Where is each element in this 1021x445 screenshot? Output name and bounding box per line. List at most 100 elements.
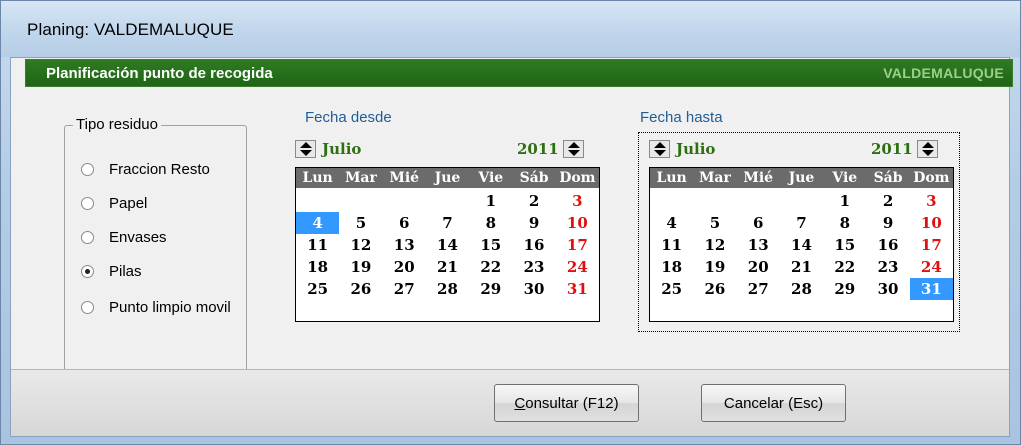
weekday-label: Dom xyxy=(559,170,596,186)
day-cell[interactable]: 10 xyxy=(910,212,953,234)
weekday-header: Lun Mar Mié Jue Vie Sáb Dom xyxy=(296,168,599,188)
title-bar[interactable]: Planing: VALDEMALUQUE xyxy=(1,1,1020,57)
tipo-residuo-group: Tipo residuo Fraccion Resto Papel Envase… xyxy=(64,116,247,381)
day-cell[interactable]: 22 xyxy=(823,256,866,278)
radio-fraccion-resto[interactable]: Fraccion Resto xyxy=(81,159,210,179)
day-cell[interactable]: 17 xyxy=(910,234,953,256)
day-cell[interactable]: 6 xyxy=(383,212,426,234)
day-cell[interactable]: 25 xyxy=(650,278,693,300)
day-cell[interactable]: 8 xyxy=(823,212,866,234)
day-cell[interactable]: 18 xyxy=(296,256,339,278)
radio-punto-limpio-movil[interactable]: Punto limpio movil xyxy=(81,297,231,317)
day-cell[interactable]: 10 xyxy=(556,212,599,234)
weekday-label: Mié xyxy=(743,170,774,186)
day-cell[interactable]: 27 xyxy=(383,278,426,300)
radio-button[interactable] xyxy=(81,196,94,210)
day-cell[interactable]: 24 xyxy=(910,256,953,278)
day-cell[interactable]: 23 xyxy=(512,256,555,278)
day-cell[interactable]: 15 xyxy=(469,234,512,256)
radio-label: Envases xyxy=(109,228,167,246)
day-cell[interactable]: 25 xyxy=(296,278,339,300)
day-cell[interactable]: 30 xyxy=(512,278,555,300)
day-cell[interactable]: 8 xyxy=(469,212,512,234)
day-cell[interactable]: 13 xyxy=(737,234,780,256)
day-cell[interactable]: 16 xyxy=(866,234,909,256)
day-cell[interactable]: 20 xyxy=(383,256,426,278)
day-cell[interactable]: 13 xyxy=(383,234,426,256)
day-cell[interactable]: 6 xyxy=(737,212,780,234)
day-cell[interactable]: 2 xyxy=(866,190,909,212)
day-cell[interactable]: 7 xyxy=(780,212,823,234)
day-cell[interactable]: 29 xyxy=(823,278,866,300)
day-cell[interactable]: 23 xyxy=(866,256,909,278)
day-cell[interactable]: 4 xyxy=(650,212,693,234)
radio-papel[interactable]: Papel xyxy=(81,193,147,213)
day-cell[interactable]: 3 xyxy=(910,190,953,212)
fecha-hasta-header: Julio 2011 xyxy=(649,138,949,160)
day-cell[interactable]: 11 xyxy=(650,234,693,256)
day-cell[interactable]: 30 xyxy=(866,278,909,300)
radio-envases[interactable]: Envases xyxy=(81,227,167,247)
radio-button[interactable] xyxy=(81,264,94,278)
radio-button[interactable] xyxy=(81,300,94,314)
empty-day-cell xyxy=(650,190,693,212)
year-spinner[interactable] xyxy=(917,140,938,158)
empty-day-cell xyxy=(693,190,736,212)
weekday-label: Dom xyxy=(913,170,950,186)
empty-day-cell xyxy=(296,190,339,212)
selected-day-cell[interactable]: 31 xyxy=(909,278,953,300)
up-arrow-icon xyxy=(567,142,580,148)
year-label: 2011 xyxy=(517,140,559,158)
day-cell[interactable]: 19 xyxy=(339,256,382,278)
day-cell[interactable]: 1 xyxy=(469,190,512,212)
day-cell[interactable]: 9 xyxy=(866,212,909,234)
tipo-residuo-legend: Tipo residuo xyxy=(73,116,161,133)
day-cell[interactable]: 5 xyxy=(339,212,382,234)
day-cell[interactable]: 9 xyxy=(512,212,555,234)
day-cell[interactable]: 28 xyxy=(780,278,823,300)
day-cell[interactable]: 2 xyxy=(512,190,555,212)
day-cell[interactable]: 17 xyxy=(556,234,599,256)
day-cell[interactable]: 14 xyxy=(426,234,469,256)
weekday-label: Sáb xyxy=(873,170,903,186)
month-spinner[interactable] xyxy=(295,140,316,158)
day-cell[interactable]: 18 xyxy=(650,256,693,278)
day-cell[interactable]: 14 xyxy=(780,234,823,256)
days-grid: 1 2 3 4 5 6 7 8 9 10 11 12 13 14 15 16 17 18 19 20 21 22 23 24 2… xyxy=(296,188,599,300)
day-cell[interactable]: 15 xyxy=(823,234,866,256)
empty-day-cell xyxy=(737,190,780,212)
day-cell[interactable]: 16 xyxy=(512,234,555,256)
day-cell[interactable]: 27 xyxy=(737,278,780,300)
fecha-desde-calendar[interactable]: Lun Mar Mié Jue Vie Sáb Dom 1 2 3 4 5 6 7 8 9 10 11 12 13 1… xyxy=(295,167,600,322)
day-cell[interactable]: 20 xyxy=(737,256,780,278)
year-spinner[interactable] xyxy=(563,140,584,158)
radio-pilas[interactable]: Pilas xyxy=(81,261,142,281)
day-cell[interactable]: 26 xyxy=(693,278,736,300)
cancelar-button[interactable]: Cancelar (Esc) xyxy=(701,384,846,422)
day-cell[interactable]: 28 xyxy=(426,278,469,300)
day-cell[interactable]: 22 xyxy=(469,256,512,278)
selected-day-cell[interactable]: 4 xyxy=(296,212,340,234)
day-cell[interactable]: 29 xyxy=(469,278,512,300)
radio-label: Fraccion Resto xyxy=(109,160,210,178)
fecha-desde-header: Julio 2011 xyxy=(295,138,595,160)
fecha-hasta-calendar[interactable]: Lun Mar Mié Jue Vie Sáb Dom 1 2 3 4 5 6 7 8 9 10 11 12 13 1… xyxy=(649,167,954,322)
day-cell[interactable]: 1 xyxy=(823,190,866,212)
day-cell[interactable]: 19 xyxy=(693,256,736,278)
day-cell[interactable]: 7 xyxy=(426,212,469,234)
day-cell[interactable]: 26 xyxy=(339,278,382,300)
radio-button[interactable] xyxy=(81,230,94,244)
day-cell[interactable]: 31 xyxy=(556,278,599,300)
empty-day-cell xyxy=(383,190,426,212)
day-cell[interactable]: 21 xyxy=(426,256,469,278)
day-cell[interactable]: 11 xyxy=(296,234,339,256)
day-cell[interactable]: 5 xyxy=(693,212,736,234)
day-cell[interactable]: 21 xyxy=(780,256,823,278)
day-cell[interactable]: 12 xyxy=(339,234,382,256)
month-spinner[interactable] xyxy=(649,140,670,158)
radio-button[interactable] xyxy=(81,162,94,176)
day-cell[interactable]: 3 xyxy=(556,190,599,212)
day-cell[interactable]: 12 xyxy=(693,234,736,256)
consultar-button[interactable]: Consultar (F12) xyxy=(494,384,639,422)
day-cell[interactable]: 24 xyxy=(556,256,599,278)
